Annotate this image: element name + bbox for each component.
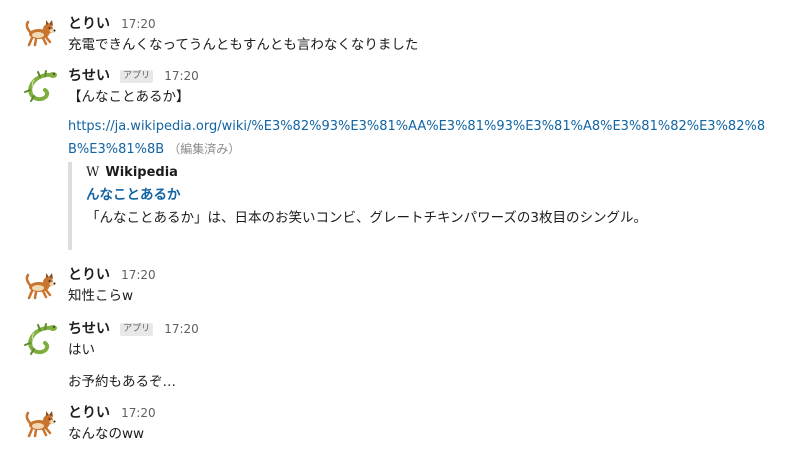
link-preview-attachment[interactable]: W Wikipedia んなことあるか 「んなことあるか」は、日本のお笑いコンビ、… <box>68 162 686 250</box>
message-content: とりい 17:20 知性こらw <box>68 263 790 307</box>
lizard-avatar-icon[interactable] <box>22 68 58 104</box>
message-text: はい <box>68 342 95 358</box>
timestamp[interactable]: 17:20 <box>121 17 156 31</box>
timestamp[interactable]: 17:20 <box>164 69 199 83</box>
wikipedia-logo-icon: W <box>86 165 100 180</box>
message-link-block: https://ja.wikipedia.org/wiki/%E3%82%93%… <box>68 116 780 161</box>
message-content: ちせい アプリ 17:20 はい お予約もあるぞ… <box>68 317 790 393</box>
lizard-avatar-icon[interactable] <box>22 321 58 357</box>
sender-name[interactable]: ちせい <box>68 68 110 84</box>
message-header: とりい 17:20 <box>68 401 790 423</box>
message-text: 充電できんくなってうんともすんとも言わなくなりました <box>68 37 419 53</box>
message-content: とりい 17:20 充電できんくなってうんともすんとも言わなくなりました <box>68 12 790 56</box>
message-content: ちせい アプリ 17:20 【んなことあるか】 https://ja.wikip… <box>68 64 790 161</box>
sender-name[interactable]: とりい <box>68 405 110 421</box>
edited-label: （編集済み） <box>168 142 241 156</box>
message-header: ちせい アプリ 17:20 <box>68 317 790 339</box>
dog-avatar-icon[interactable] <box>22 267 58 303</box>
message-content: とりい 17:20 なんなのww <box>68 401 790 445</box>
message-header: とりい 17:20 <box>68 263 790 285</box>
timestamp[interactable]: 17:20 <box>121 268 156 282</box>
message-text: 知性こらw <box>68 288 134 304</box>
attachment-service-name: Wikipedia <box>105 165 178 180</box>
message-header: とりい 17:20 <box>68 12 790 34</box>
attachment-service: W Wikipedia <box>86 162 686 184</box>
message-header: ちせい アプリ 17:20 <box>68 64 790 86</box>
message-text: なんなのww <box>68 426 145 442</box>
sender-name[interactable]: とりい <box>68 267 110 283</box>
message-text: 【んなことあるか】 <box>68 89 190 105</box>
timestamp[interactable]: 17:20 <box>164 322 199 336</box>
dog-avatar-icon[interactable] <box>22 405 58 441</box>
dog-avatar-icon[interactable] <box>22 14 58 50</box>
timestamp[interactable]: 17:20 <box>121 406 156 420</box>
app-badge: アプリ <box>120 323 154 336</box>
attachment-title[interactable]: んなことあるか <box>86 184 686 206</box>
sender-name[interactable]: とりい <box>68 16 110 32</box>
attachment-description: 「んなことあるか」は、日本のお笑いコンビ、グレートチキンパワーズの3枚目のシング… <box>86 210 648 226</box>
sender-name[interactable]: ちせい <box>68 321 110 337</box>
app-badge: アプリ <box>120 70 154 83</box>
followup-message-text: お予約もあるぞ… <box>68 374 176 390</box>
